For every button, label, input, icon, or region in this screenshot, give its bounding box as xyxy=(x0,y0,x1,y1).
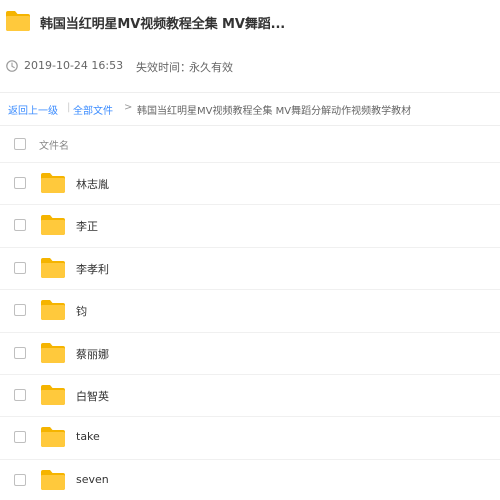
breadcrumb-separator: | xyxy=(67,102,71,113)
share-page: 韩国当红明星MV视频教程全集 MV舞蹈... 2019-10-24 16:53 … xyxy=(0,0,500,500)
folder-icon xyxy=(41,257,65,278)
breadcrumb-arrow: > xyxy=(124,102,133,113)
file-name[interactable]: 蔡丽娜 xyxy=(76,346,109,362)
file-name[interactable]: 林志胤 xyxy=(76,176,109,192)
folder-icon xyxy=(41,215,65,236)
expire-value: 永久有效 xyxy=(189,61,233,74)
file-name[interactable]: 钧 xyxy=(76,303,87,319)
row-checkbox[interactable] xyxy=(14,389,26,401)
column-header-name: 文件名 xyxy=(39,141,69,152)
page-title: 韩国当红明星MV视频教程全集 MV舞蹈... xyxy=(40,17,286,32)
back-link[interactable]: 返回上一级 xyxy=(8,102,58,117)
share-date: 2019-10-24 16:53 xyxy=(24,59,124,72)
folder-icon xyxy=(41,342,65,363)
file-name[interactable]: 李正 xyxy=(76,218,98,234)
breadcrumb: 返回上一级 | 全部文件 > 韩国当红明星MV视频教程全集 MV舞蹈分解动作视频… xyxy=(0,92,500,126)
clock-icon xyxy=(6,60,18,72)
header: 韩国当红明星MV视频教程全集 MV舞蹈... xyxy=(0,0,500,44)
list-item[interactable]: 李正 xyxy=(0,204,500,247)
folder-icon xyxy=(6,11,30,31)
folder-icon xyxy=(41,469,65,490)
file-name[interactable]: 白智英 xyxy=(76,388,109,404)
breadcrumb-current: 韩国当红明星MV视频教程全集 MV舞蹈分解动作视频教学教材 xyxy=(137,106,412,117)
list-item[interactable]: 白智英 xyxy=(0,374,500,417)
file-name[interactable]: take xyxy=(76,430,100,443)
list-item[interactable]: 李孝利 xyxy=(0,246,500,290)
folder-icon xyxy=(41,300,65,321)
expire-label: 失效时间： xyxy=(136,61,191,74)
row-checkbox[interactable] xyxy=(14,473,26,486)
row-checkbox[interactable] xyxy=(14,431,26,444)
list-item[interactable]: take xyxy=(0,416,500,459)
file-name[interactable]: 李孝利 xyxy=(76,261,109,277)
row-checkbox[interactable] xyxy=(14,304,26,317)
row-checkbox[interactable] xyxy=(14,261,26,274)
list-item[interactable]: seven xyxy=(0,458,500,500)
folder-icon xyxy=(41,427,65,448)
row-checkbox[interactable] xyxy=(14,177,26,189)
list-item[interactable]: 蔡丽娜 xyxy=(0,331,500,375)
folder-icon xyxy=(41,385,65,405)
list-item[interactable]: 林志胤 xyxy=(0,162,500,205)
all-files-link[interactable]: 全部文件 xyxy=(73,102,113,117)
row-checkbox[interactable] xyxy=(14,219,26,232)
select-all-checkbox[interactable] xyxy=(14,138,26,150)
list-item[interactable]: 钧 xyxy=(0,289,500,332)
file-name[interactable]: seven xyxy=(76,473,109,486)
row-checkbox[interactable] xyxy=(14,346,26,359)
file-list-header: 文件名 xyxy=(0,128,500,160)
folder-icon xyxy=(41,173,65,193)
